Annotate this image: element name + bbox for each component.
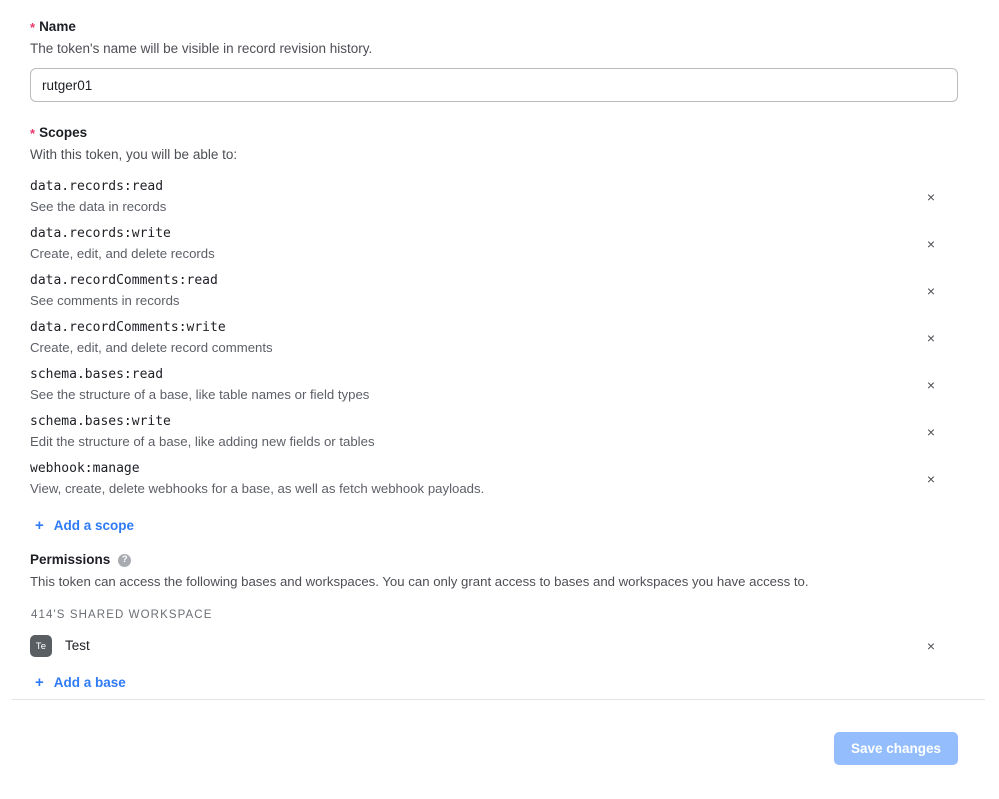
add-base-label: Add a base xyxy=(53,675,126,690)
footer-bar: Save changes xyxy=(0,700,999,799)
scope-row: data.records:write Create, edit, and del… xyxy=(30,221,969,268)
scope-row: data.records:read See the data in record… xyxy=(30,174,969,221)
scopes-label-text: Scopes xyxy=(39,125,88,140)
name-label: * Name xyxy=(30,18,969,36)
base-name: Test xyxy=(65,638,90,653)
scopes-label: * Scopes xyxy=(30,124,969,142)
scope-description: See the structure of a base, like table … xyxy=(30,387,370,402)
scopes-help-text: With this token, you will be able to: xyxy=(30,147,238,162)
remove-base-icon[interactable]: × xyxy=(918,633,944,659)
scope-text: schema.bases:read See the structure of a… xyxy=(30,366,918,404)
name-field-group: * Name The token's name will be visible … xyxy=(30,18,969,102)
plus-icon: + xyxy=(35,674,44,691)
required-asterisk-icon: * xyxy=(30,126,36,141)
scope-text: data.recordComments:write Create, edit, … xyxy=(30,319,918,357)
scope-text: schema.bases:write Edit the structure of… xyxy=(30,413,918,451)
scope-description: Create, edit, and delete records xyxy=(30,246,215,261)
remove-scope-icon[interactable]: × xyxy=(918,419,944,445)
scope-text: data.recordComments:read See comments in… xyxy=(30,272,918,310)
save-changes-button[interactable]: Save changes xyxy=(833,732,958,765)
scope-row: schema.bases:write Edit the structure of… xyxy=(30,409,969,456)
base-info: Te Test xyxy=(30,635,90,657)
scope-description: View, create, delete webhooks for a base… xyxy=(30,481,485,496)
scope-name: webhook:manage xyxy=(30,461,140,476)
token-form: * Name The token's name will be visible … xyxy=(0,0,999,692)
permissions-description: This token can access the following base… xyxy=(30,574,809,589)
scope-description: See comments in records xyxy=(30,293,180,308)
remove-scope-icon[interactable]: × xyxy=(918,325,944,351)
scopes-field-group: * Scopes With this token, you will be ab… xyxy=(30,124,969,535)
permissions-section: Permissions ? This token can access the … xyxy=(30,551,969,692)
remove-scope-icon[interactable]: × xyxy=(918,231,944,257)
base-row: Te Test × xyxy=(30,631,969,661)
remove-scope-icon[interactable]: × xyxy=(918,184,944,210)
add-scope-button[interactable]: + Add a scope xyxy=(35,517,134,535)
scope-name: data.recordComments:write xyxy=(30,320,226,335)
scope-row: data.recordComments:read See comments in… xyxy=(30,268,969,315)
name-label-text: Name xyxy=(39,19,76,34)
add-scope-label: Add a scope xyxy=(53,518,135,533)
scope-description: Create, edit, and delete record comments xyxy=(30,340,273,355)
scope-name: data.recordComments:read xyxy=(30,273,218,288)
help-circle-icon[interactable]: ? xyxy=(118,553,132,567)
scope-name: schema.bases:write xyxy=(30,414,171,429)
scope-text: webhook:manage View, create, delete webh… xyxy=(30,460,918,498)
scope-text: data.records:read See the data in record… xyxy=(30,178,918,216)
scope-row: schema.bases:read See the structure of a… xyxy=(30,362,969,409)
remove-scope-icon[interactable]: × xyxy=(918,278,944,304)
permissions-title: Permissions xyxy=(30,552,111,567)
scope-name: schema.bases:read xyxy=(30,367,164,382)
workspace-group-label: 414'S SHARED WORKSPACE xyxy=(31,609,213,621)
scope-description: Edit the structure of a base, like addin… xyxy=(30,434,375,449)
add-scope-row: + Add a scope xyxy=(35,517,969,535)
permissions-header: Permissions ? xyxy=(30,551,969,569)
token-name-input[interactable] xyxy=(30,68,958,102)
scope-name: data.records:write xyxy=(30,226,171,241)
scope-list: data.records:read See the data in record… xyxy=(30,174,969,503)
scope-name: data.records:read xyxy=(30,179,164,194)
remove-scope-icon[interactable]: × xyxy=(918,466,944,492)
add-base-button[interactable]: + Add a base xyxy=(35,674,126,692)
token-settings-page: * Name The token's name will be visible … xyxy=(0,0,999,799)
scope-description: See the data in records xyxy=(30,199,167,214)
scope-row: webhook:manage View, create, delete webh… xyxy=(30,456,969,503)
scope-row: data.recordComments:write Create, edit, … xyxy=(30,315,969,362)
add-base-row: + Add a base xyxy=(35,674,969,692)
scope-text: data.records:write Create, edit, and del… xyxy=(30,225,918,263)
remove-scope-icon[interactable]: × xyxy=(918,372,944,398)
base-avatar: Te xyxy=(30,635,52,657)
required-asterisk-icon: * xyxy=(30,20,36,35)
plus-icon: + xyxy=(35,517,44,534)
name-help-text: The token's name will be visible in reco… xyxy=(30,41,373,56)
